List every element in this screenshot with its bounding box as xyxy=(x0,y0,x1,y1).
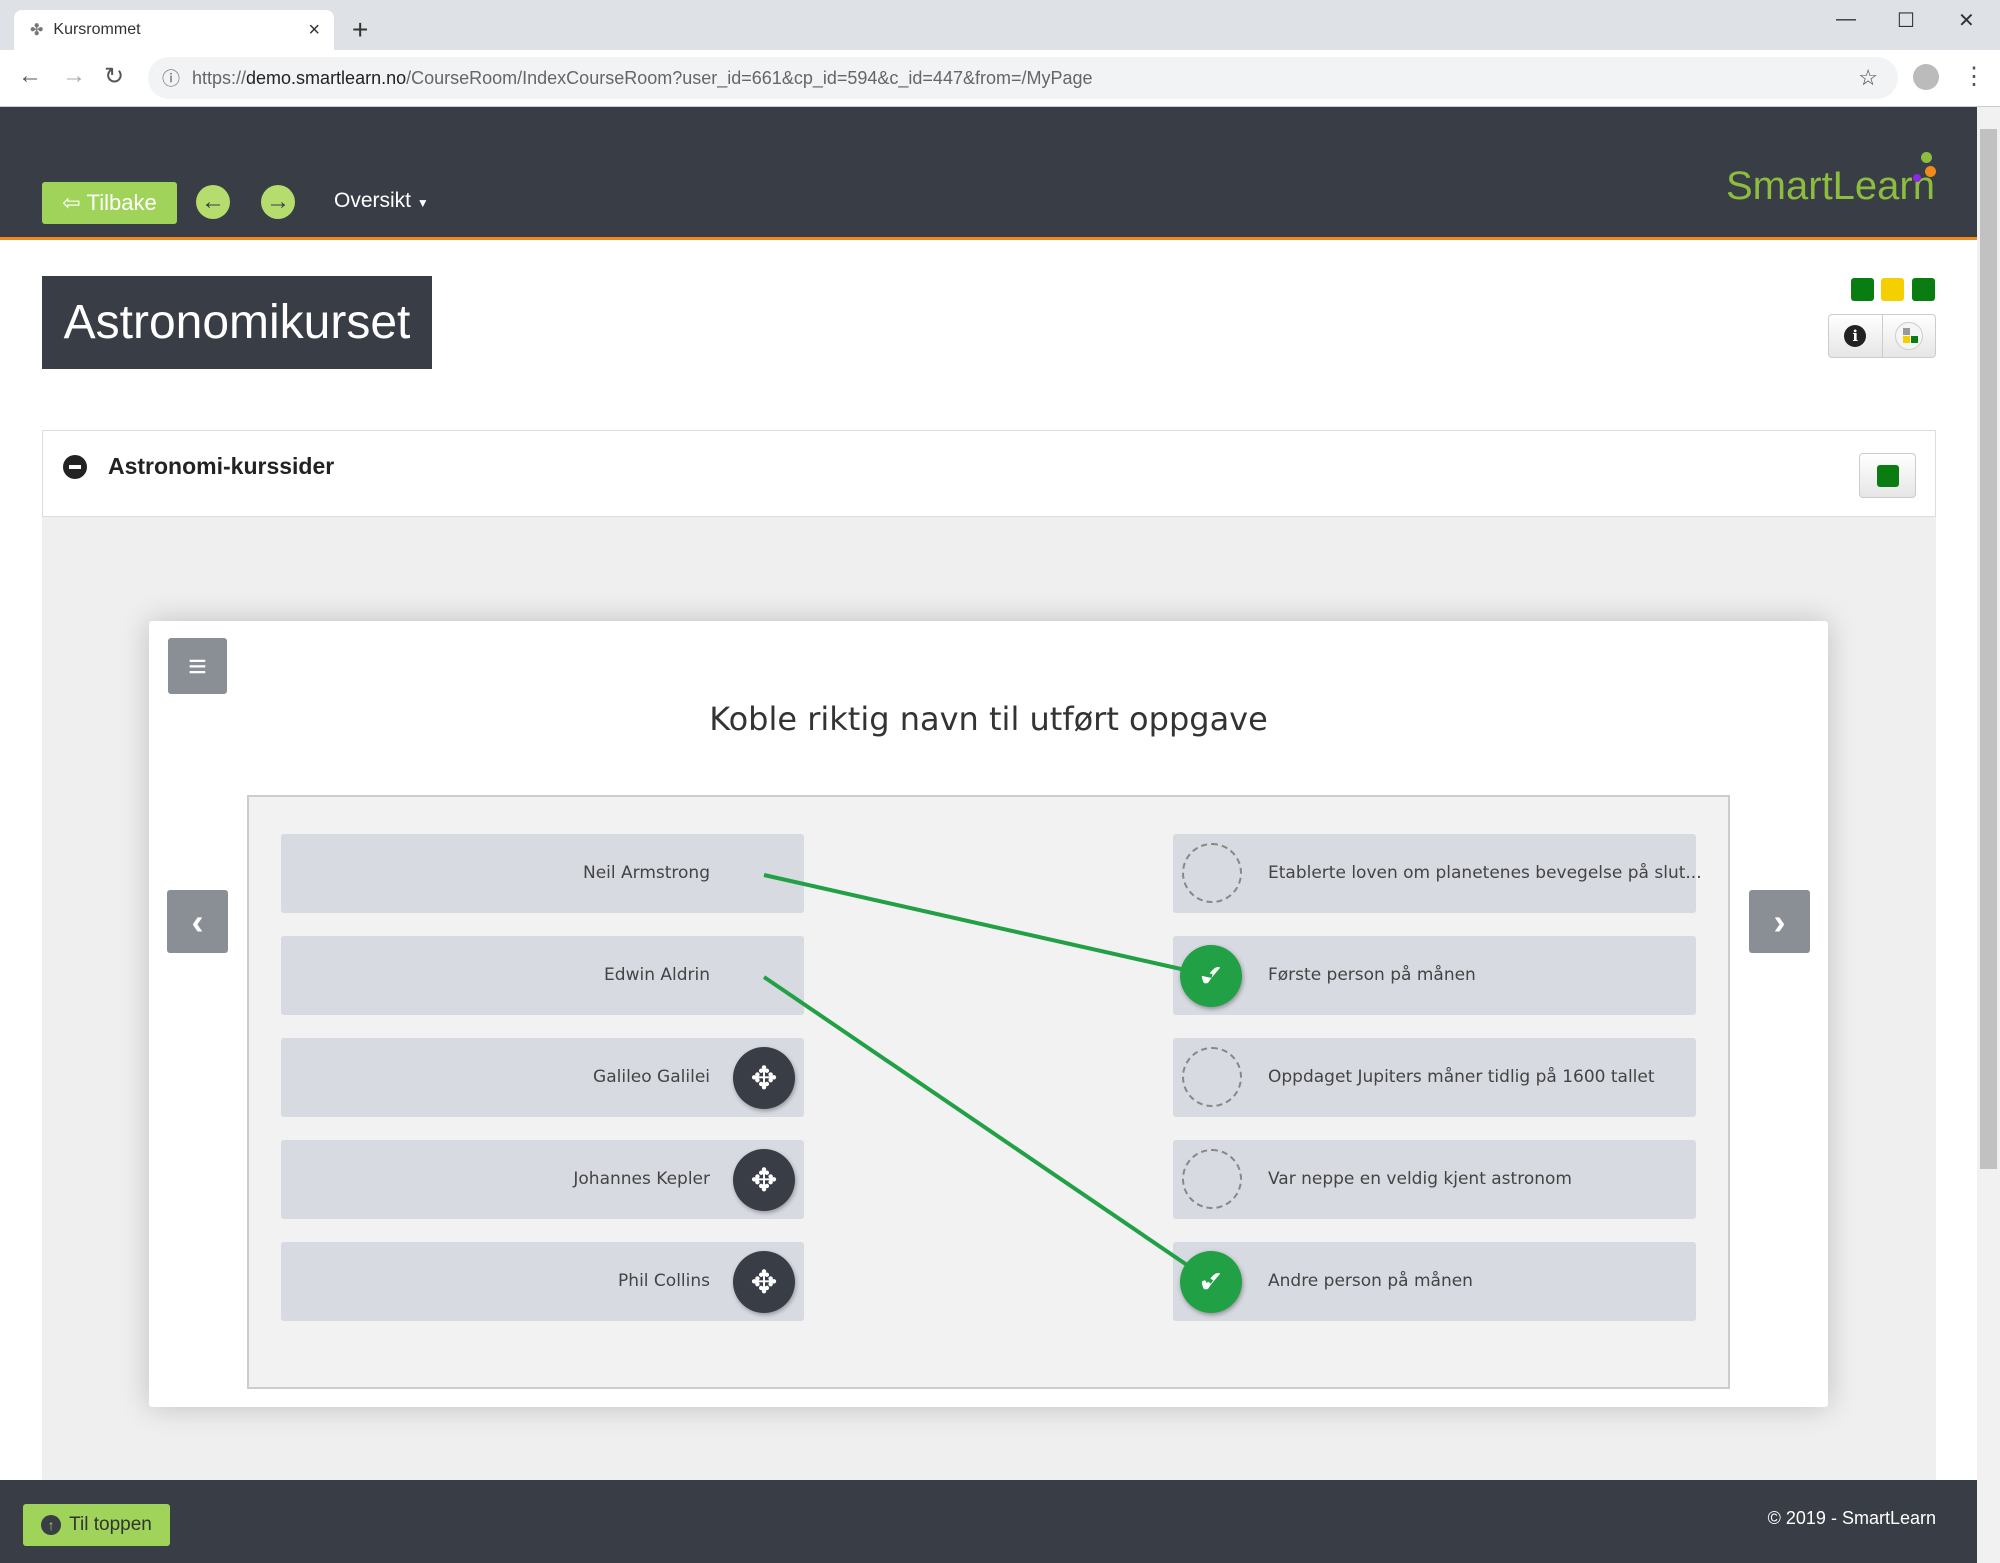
favicon-icon: ✤ xyxy=(30,22,44,39)
previous-slide-button[interactable]: ‹ xyxy=(167,890,228,953)
exercise-title: Koble riktig navn til utført oppgave xyxy=(709,700,1268,738)
reload-icon[interactable]: ↻ xyxy=(104,62,124,91)
check-icon: ✔ xyxy=(1180,1251,1242,1313)
logo-dot-green xyxy=(1921,152,1932,163)
profile-avatar-icon[interactable] xyxy=(1913,64,1939,90)
previous-page-icon[interactable]: ← xyxy=(196,185,230,219)
collapse-minus-icon[interactable] xyxy=(63,455,87,479)
status-square-3 xyxy=(1912,278,1935,301)
url-path: /CourseRoom/IndexCourseRoom?user_id=661&… xyxy=(406,67,1093,88)
move-handle-icon[interactable]: ✥ xyxy=(733,1149,795,1211)
right-item-label: Oppdaget Jupiters måner tidlig på 1600 t… xyxy=(1268,1067,1655,1087)
left-item[interactable]: Galileo Galilei ✥ xyxy=(281,1038,804,1117)
back-button[interactable]: ⇦ Tilbake xyxy=(42,182,177,224)
info-icon: ⓘ xyxy=(162,69,180,89)
new-tab-button[interactable]: + xyxy=(352,14,368,46)
url-input[interactable]: ⓘ https://demo.smartlearn.no/CourseRoom/… xyxy=(148,57,1898,99)
right-item-label: Andre person på månen xyxy=(1268,1271,1473,1291)
left-item-label: Galileo Galilei xyxy=(593,1067,710,1087)
check-icon: ✔ xyxy=(1180,945,1242,1007)
status-square-2 xyxy=(1881,278,1904,301)
url-prefix: https:// xyxy=(192,67,247,88)
back-button-label: Tilbake xyxy=(86,190,157,215)
empty-drop-target-icon[interactable] xyxy=(1182,843,1242,903)
right-item[interactable]: Var neppe en veldig kjent astronom xyxy=(1173,1140,1696,1219)
empty-drop-target-icon[interactable] xyxy=(1182,1047,1242,1107)
course-title: Astronomikurset xyxy=(42,276,432,369)
right-item-label: Var neppe en veldig kjent astronom xyxy=(1268,1169,1572,1189)
left-item-label: Neil Armstrong xyxy=(582,863,710,883)
right-item[interactable]: Etablerte loven om planetenes bevegelse … xyxy=(1173,834,1702,913)
left-item[interactable]: Johannes Kepler ✥ xyxy=(281,1140,804,1219)
progress-squares-icon xyxy=(1894,322,1923,350)
next-slide-button[interactable]: › xyxy=(1749,890,1810,953)
app-header: ⇦ Tilbake ← → Oversikt ▼ SmartLearn xyxy=(0,107,1977,240)
empty-drop-target-icon[interactable] xyxy=(1182,1149,1242,1209)
left-item[interactable]: Neil Armstrong xyxy=(281,834,804,913)
menu-hamburger-icon[interactable]: ≡ xyxy=(168,638,227,694)
arrow-up-circle-icon: ↑ xyxy=(41,1515,62,1535)
info-button[interactable]: i xyxy=(1829,315,1882,357)
section-panel-header[interactable]: Astronomi-kurssider xyxy=(42,430,1936,517)
left-item-label: Johannes Kepler xyxy=(573,1169,710,1189)
minimize-button[interactable]: — xyxy=(1836,8,1856,31)
left-item[interactable]: Phil Collins ✥ xyxy=(281,1242,804,1321)
tab-title: Kursrommet xyxy=(53,21,141,38)
scrollbar-thumb[interactable] xyxy=(1980,129,1997,1169)
footer: ↑ Til toppen © 2019 - SmartLearn xyxy=(0,1480,1977,1563)
progress-button[interactable] xyxy=(1881,315,1936,357)
copyright: © 2019 - SmartLearn xyxy=(1767,1508,1936,1528)
right-item[interactable]: ✔ Første person på månen xyxy=(1173,936,1696,1015)
status-square-1 xyxy=(1851,278,1874,301)
left-item-label: Edwin Aldrin xyxy=(604,965,710,985)
right-item[interactable]: ✔ Andre person på månen xyxy=(1173,1242,1696,1321)
logo-dot-purple xyxy=(1913,174,1921,182)
smartlearn-logo: SmartLearn xyxy=(1726,164,1935,208)
left-item-label: Phil Collins xyxy=(618,1271,710,1291)
move-handle-icon[interactable]: ✥ xyxy=(733,1047,795,1109)
right-item-label: Etablerte loven om planetenes bevegelse … xyxy=(1268,863,1702,883)
overview-label: Oversikt xyxy=(334,189,412,212)
left-item[interactable]: Edwin Aldrin xyxy=(281,936,804,1015)
to-top-button[interactable]: ↑ Til toppen xyxy=(23,1504,170,1546)
to-top-label: Til toppen xyxy=(69,1514,152,1535)
section-status-button[interactable] xyxy=(1859,453,1916,498)
browser-forward-icon[interactable]: → xyxy=(62,62,86,90)
address-bar-row: ← → ↻ ⓘ https://demo.smartlearn.no/Cours… xyxy=(0,50,2000,107)
maximize-button[interactable]: ☐ xyxy=(1897,8,1915,33)
logo-dot-orange xyxy=(1925,166,1936,177)
browser-back-icon[interactable]: ← xyxy=(18,62,42,90)
tab-close-icon[interactable]: × xyxy=(308,19,320,42)
next-page-icon[interactable]: → xyxy=(261,185,295,219)
close-window-button[interactable]: ✕ xyxy=(1958,8,1975,33)
bookmark-star-icon[interactable]: ☆ xyxy=(1858,65,1878,91)
section-title: Astronomi-kurssider xyxy=(108,453,335,479)
status-square xyxy=(1877,465,1899,487)
right-item[interactable]: Oppdaget Jupiters måner tidlig på 1600 t… xyxy=(1173,1038,1696,1117)
browser-menu-icon[interactable]: ⋮ xyxy=(1962,62,1986,91)
browser-tab-bar: ✤ Kursrommet × + — ☐ ✕ xyxy=(0,0,2000,50)
right-item-label: Første person på månen xyxy=(1268,965,1476,985)
page-scrollbar[interactable] xyxy=(1977,107,2000,1563)
caret-down-icon: ▼ xyxy=(416,196,429,210)
url-domain: demo.smartlearn.no xyxy=(246,67,407,88)
sign-out-icon: ⇦ xyxy=(62,190,81,215)
info-circle-icon: i xyxy=(1844,325,1867,347)
move-handle-icon[interactable]: ✥ xyxy=(733,1251,795,1313)
overview-dropdown[interactable]: Oversikt ▼ xyxy=(334,189,429,213)
course-actions: i xyxy=(1828,314,1936,358)
browser-tab[interactable]: ✤ Kursrommet × xyxy=(14,10,334,50)
